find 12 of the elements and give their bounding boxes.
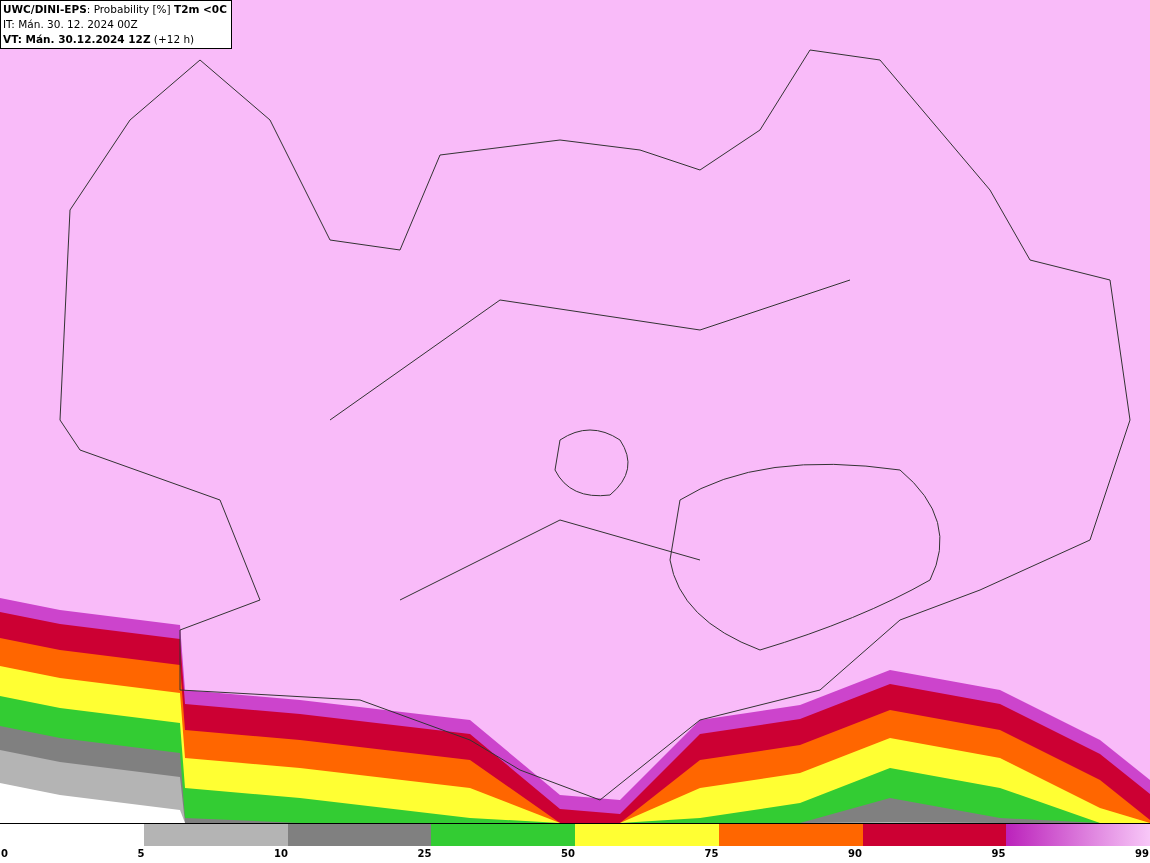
- legend-label: 99: [1134, 848, 1149, 859]
- chart-title: UWC/DINI-EPS: Probability [%] T2m <0C: [3, 2, 227, 17]
- init-time: IT: Mán. 30. 12. 2024 00Z: [3, 17, 139, 32]
- legend-label: 25: [417, 848, 432, 859]
- legend-label: 95: [991, 848, 1006, 859]
- legend-label: 75: [704, 848, 719, 859]
- legend-label: 10: [274, 848, 288, 859]
- valid-time: VT: Mán. 30.12.2024 12Z (+12 h): [3, 32, 196, 47]
- legend-label: 50: [561, 848, 575, 859]
- legend-label: 5: [137, 848, 145, 859]
- legend-label: 0: [1, 848, 8, 859]
- legend-label: 90: [848, 848, 862, 859]
